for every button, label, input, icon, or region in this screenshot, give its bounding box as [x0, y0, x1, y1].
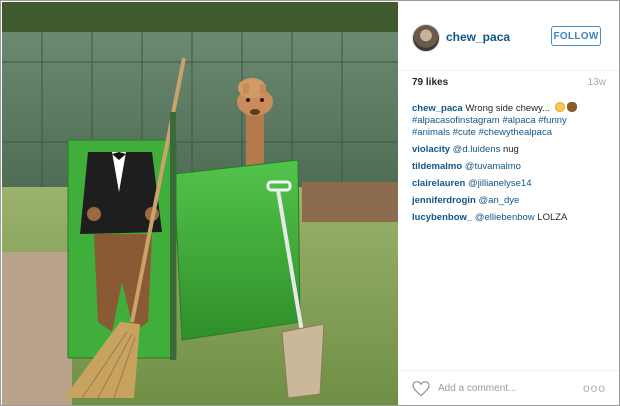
caption-text: Wrong side chewy...: [465, 103, 553, 114]
comment: tildemalmo @tuvamalmo: [412, 161, 612, 173]
post-stats: 79 likes 13w: [412, 77, 606, 91]
comment-mention[interactable]: @elliebenbow: [475, 212, 535, 223]
hashtag[interactable]: #alpacasofinstagram: [412, 115, 500, 126]
post-photo[interactable]: [2, 2, 398, 405]
post-username[interactable]: chew_paca: [446, 30, 510, 44]
heart-icon[interactable]: [412, 381, 430, 397]
hashtag[interactable]: #chewythealpaca: [479, 127, 552, 138]
more-options-icon[interactable]: ooo: [583, 381, 606, 395]
post-age[interactable]: 13w: [588, 77, 606, 88]
comment-username[interactable]: clairelauren: [412, 178, 465, 189]
comment-mention[interactable]: @tuvamalmo: [465, 161, 521, 172]
comment-username[interactable]: tildemalmo: [412, 161, 462, 172]
instagram-post-window: chew_paca FOLLOW 79 likes 13w chew_paca …: [0, 0, 620, 406]
caption-username[interactable]: chew_paca: [412, 103, 463, 114]
comment-text: LOLZA: [537, 212, 568, 223]
comment-bar: Add a comment... ooo: [398, 370, 619, 405]
comment-username[interactable]: violacity: [412, 144, 450, 155]
likes-count[interactable]: 79 likes: [412, 77, 448, 88]
comment-username[interactable]: lucybenbow_: [412, 212, 472, 223]
comment-text: nug: [502, 144, 519, 155]
add-comment-input[interactable]: Add a comment...: [438, 383, 516, 394]
post-details-panel: chew_paca FOLLOW 79 likes 13w chew_paca …: [398, 2, 619, 405]
post-header: chew_paca FOLLOW: [398, 2, 619, 71]
comments-list: chew_paca Wrong side chewy... #alpacasof…: [412, 102, 612, 229]
comment-mention[interactable]: @jillianelyse14: [468, 178, 532, 189]
poop-emoji-icon: [566, 102, 577, 112]
hashtag[interactable]: #cute: [453, 127, 476, 138]
caption: chew_paca Wrong side chewy... #alpacasof…: [412, 102, 612, 139]
comment: clairelauren @jillianelyse14: [412, 178, 612, 190]
comment: lucybenbow_ @elliebenbow LOLZA: [412, 212, 612, 224]
avatar[interactable]: [412, 24, 440, 52]
comment-username[interactable]: jenniferdrogin: [412, 195, 476, 206]
hashtag[interactable]: #funny: [538, 115, 567, 126]
hashtag[interactable]: #alpaca: [502, 115, 535, 126]
comment-mention[interactable]: @d.luidens: [453, 144, 501, 155]
comment-mention[interactable]: @an_dye: [479, 195, 520, 206]
alpaca-photo-illustration: [2, 2, 398, 405]
follow-button[interactable]: FOLLOW: [551, 26, 601, 46]
crying-laughing-emoji-icon: [554, 102, 565, 112]
comment: jenniferdrogin @an_dye: [412, 195, 612, 207]
hashtag[interactable]: #animals: [412, 127, 450, 138]
comment: violacity @d.luidens nug: [412, 144, 612, 156]
